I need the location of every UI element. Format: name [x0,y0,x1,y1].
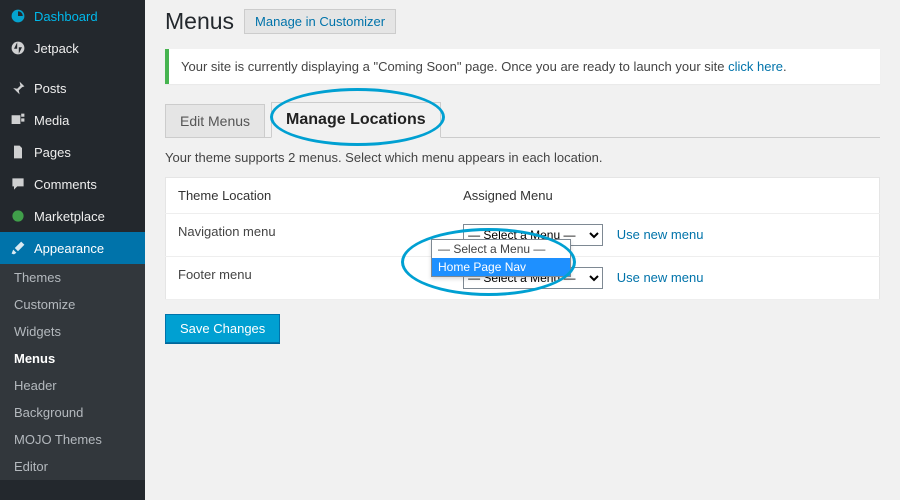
submenu-customize[interactable]: Customize [0,291,145,318]
sidebar-item-comments[interactable]: Comments [0,168,145,200]
use-new-menu-link[interactable]: Use new menu [617,227,704,242]
dashboard-icon [10,8,26,24]
location-name: Footer menu [166,257,452,300]
jetpack-icon [10,40,26,56]
submenu-editor[interactable]: Editor [0,453,145,480]
location-name: Navigation menu [166,214,452,257]
sidebar-item-jetpack[interactable]: Jetpack [0,32,145,64]
th-assigned-menu: Assigned Menu [451,178,879,214]
comments-icon [10,176,26,192]
tab-manage-locations[interactable]: Manage Locations [271,102,441,138]
pages-icon [10,144,26,160]
sidebar-item-label: Dashboard [34,9,98,24]
notice-click-here-link[interactable]: click here [728,59,783,74]
sidebar-item-appearance[interactable]: Appearance [0,232,145,264]
submenu-menus[interactable]: Menus [0,345,145,372]
appearance-submenu: Themes Customize Widgets Menus Header Ba… [0,264,145,480]
sidebar-item-posts[interactable]: Posts [0,72,145,104]
sidebar-item-dashboard[interactable]: Dashboard [0,0,145,32]
th-theme-location: Theme Location [166,178,452,214]
submenu-header[interactable]: Header [0,372,145,399]
dropdown-option[interactable]: — Select a Menu — [432,240,570,258]
sidebar-item-pages[interactable]: Pages [0,136,145,168]
manage-in-customizer-link[interactable]: Manage in Customizer [244,9,396,34]
sidebar-item-label: Media [34,113,69,128]
notice-text-after: . [783,59,787,74]
submenu-themes[interactable]: Themes [0,264,145,291]
submenu-background[interactable]: Background [0,399,145,426]
content-area: Menus Manage in Customizer Your site is … [145,0,900,500]
sidebar-item-label: Comments [34,177,97,192]
menu-tabs: Edit Menus Manage Locations [165,102,880,138]
submenu-widgets[interactable]: Widgets [0,318,145,345]
tab-edit-menus[interactable]: Edit Menus [165,104,265,137]
assigned-menu-dropdown-open: — Select a Menu — Home Page Nav [431,239,571,277]
admin-sidebar: Dashboard Jetpack Posts Media Pages Comm… [0,0,145,500]
pushpin-icon [10,80,26,96]
sidebar-item-label: Jetpack [34,41,79,56]
coming-soon-notice: Your site is currently displaying a "Com… [165,49,880,84]
sidebar-item-label: Posts [34,81,67,96]
sidebar-item-label: Appearance [34,241,104,256]
sidebar-item-label: Marketplace [34,209,105,224]
sidebar-item-label: Pages [34,145,71,160]
appearance-brush-icon [10,240,26,256]
notice-text: Your site is currently displaying a "Com… [181,59,728,74]
dropdown-option[interactable]: Home Page Nav [432,258,570,276]
submenu-mojo-themes[interactable]: MOJO Themes [0,426,145,453]
save-changes-button[interactable]: Save Changes [165,314,280,343]
media-icon [10,112,26,128]
page-title: Menus [165,8,234,35]
use-new-menu-link[interactable]: Use new menu [617,270,704,285]
sidebar-item-media[interactable]: Media [0,104,145,136]
sidebar-item-marketplace[interactable]: Marketplace [0,200,145,232]
marketplace-icon [10,208,26,224]
instructions-text: Your theme supports 2 menus. Select whic… [165,150,880,165]
